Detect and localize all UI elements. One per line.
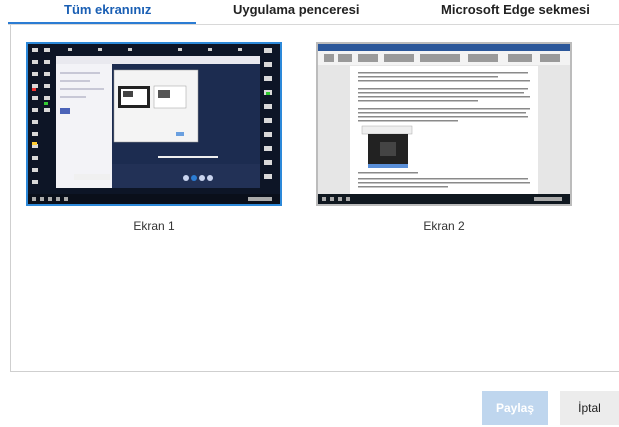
tab-entire-screen[interactable]: Tüm ekranınız: [64, 2, 151, 17]
screen-1-preview: [28, 44, 280, 204]
source-tabs: Tüm ekranınız Uygulama penceresi Microso…: [0, 0, 619, 25]
screen-1-label: Ekran 1: [133, 219, 175, 233]
tab-application-window[interactable]: Uygulama penceresi: [233, 2, 359, 17]
tab-edge-tab[interactable]: Microsoft Edge sekmesi: [441, 2, 590, 17]
screen-2-preview: [318, 44, 570, 204]
cancel-button[interactable]: İptal: [560, 391, 619, 425]
screen-1-thumbnail[interactable]: [26, 42, 282, 206]
screen-2-thumbnail[interactable]: [316, 42, 572, 206]
screen-picker-panel: Ekran 1 Ekran 2: [10, 25, 619, 372]
screen-2-label: Ekran 2: [423, 219, 465, 233]
share-button[interactable]: Paylaş: [482, 391, 548, 425]
